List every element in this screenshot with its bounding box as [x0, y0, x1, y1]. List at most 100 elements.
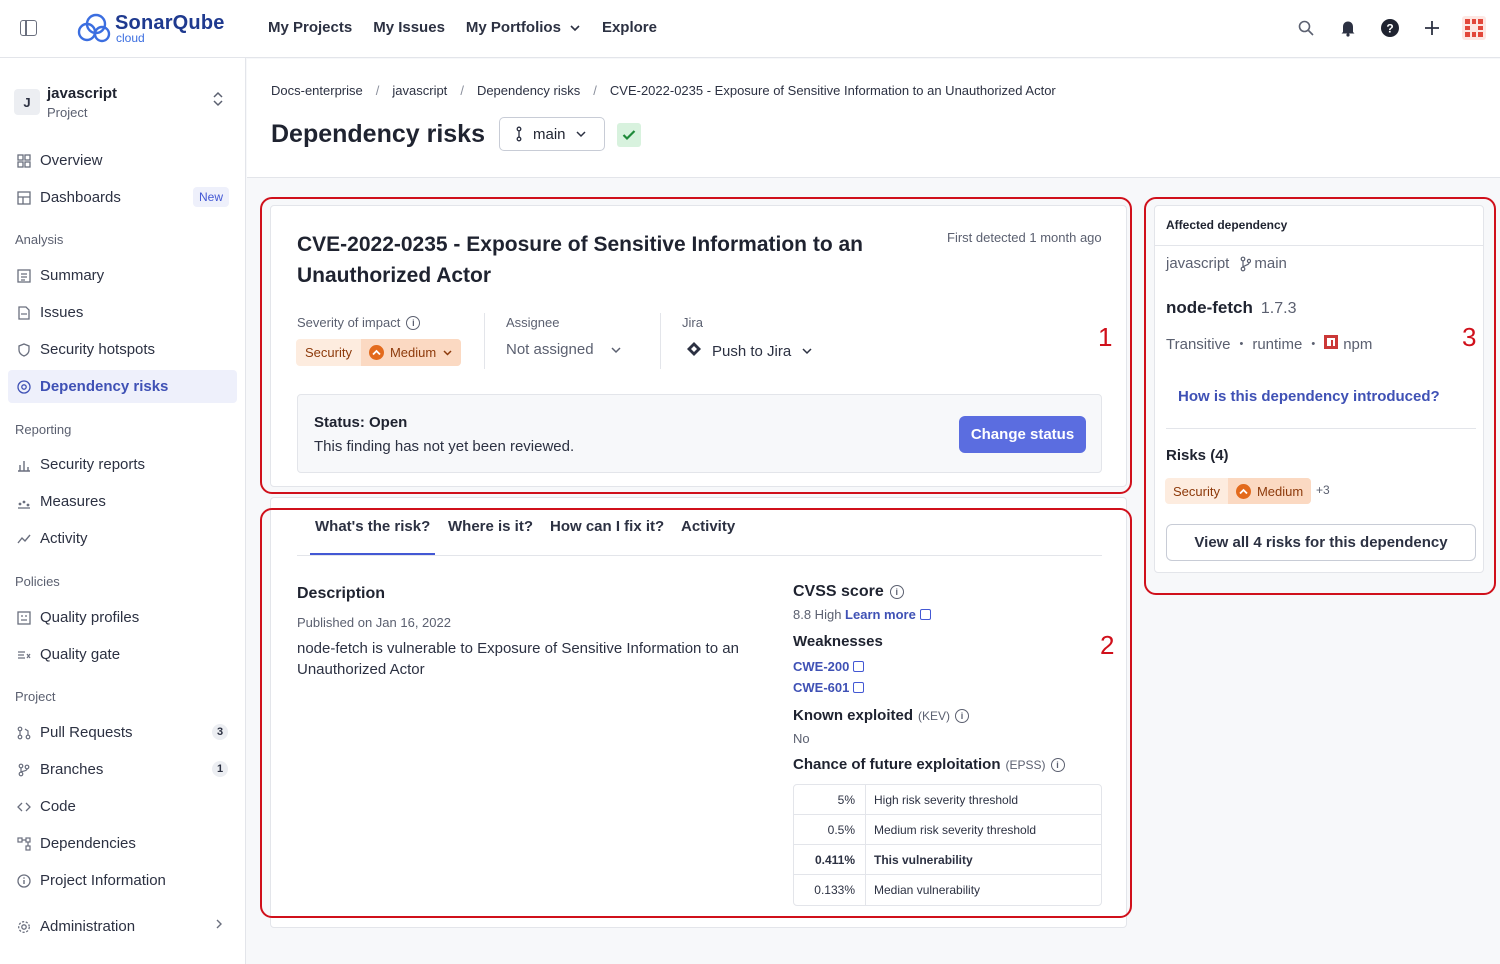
user-avatar[interactable] — [1462, 16, 1486, 40]
how-introduced-link[interactable]: How is this dependency introduced? — [1178, 388, 1440, 405]
nav-my-issues[interactable]: My Issues — [373, 19, 445, 36]
sidebar-item-security-reports[interactable]: Security reports — [8, 448, 237, 481]
risk-pill: Security Medium — [1165, 478, 1312, 504]
nav-my-projects[interactable]: My Projects — [268, 19, 352, 36]
risk-level-text: Medium — [1256, 483, 1304, 499]
epss-title: Chance of future exploitation (EPSS) i — [793, 756, 1065, 773]
profile-icon — [16, 610, 31, 625]
breadcrumb-section[interactable]: Dependency risks — [477, 83, 580, 98]
severity-category: Security — [305, 345, 352, 360]
sidebar-item-label: Project Information — [40, 872, 166, 889]
package-metadata: Transitive • runtime • npm — [1166, 335, 1372, 353]
page-title: Dependency risks — [271, 120, 485, 148]
cvss-value-row: 8.8 High Learn more — [793, 607, 931, 622]
sidebar-item-summary[interactable]: Summary — [8, 259, 237, 292]
affected-dependency-header: Affected dependency — [1166, 218, 1288, 232]
annotation-label-3: 3 — [1462, 322, 1477, 352]
project-switcher[interactable]: J javascript Project — [14, 85, 232, 125]
pr-count-badge: 3 — [212, 724, 228, 740]
sidebar-item-label: Security reports — [40, 456, 146, 473]
issues-icon — [16, 305, 31, 320]
sidebar-item-dashboards[interactable]: Dashboards New — [8, 181, 237, 214]
sidebar-item-label: Quality gate — [40, 646, 121, 663]
view-all-risks-button[interactable]: View all 4 risks for this dependency — [1166, 524, 1476, 561]
tab-where-is-it[interactable]: Where is it? — [448, 518, 533, 535]
sidebar-item-administration[interactable]: Administration — [8, 910, 237, 943]
search-icon[interactable] — [1294, 16, 1318, 40]
sidebar-item-label: Activity — [40, 530, 88, 547]
sidebar-item-quality-profiles[interactable]: Quality profiles — [8, 601, 237, 634]
sidebar-item-project-information[interactable]: Project Information — [8, 864, 237, 897]
learn-more-link[interactable]: Learn more — [845, 607, 931, 622]
sidebar-item-dependency-risks[interactable]: Dependency risks — [8, 370, 237, 403]
breadcrumb-org[interactable]: Docs-enterprise — [271, 83, 363, 98]
gear-icon — [16, 919, 31, 934]
sidebar-item-dependencies[interactable]: Dependencies — [8, 827, 237, 860]
package-heading: node-fetch 1.7.3 — [1166, 298, 1296, 318]
sidebar-item-measures[interactable]: Measures — [8, 485, 237, 518]
sidebar-item-label: Overview — [40, 152, 103, 169]
code-icon — [16, 799, 31, 814]
cwe-link[interactable]: CWE-200 — [793, 659, 865, 674]
dot-separator: • — [1311, 338, 1316, 350]
branch-icon — [16, 762, 31, 777]
help-icon[interactable]: ? — [1378, 16, 1402, 40]
breadcrumb-project[interactable]: javascript — [392, 83, 447, 98]
nav-explore[interactable]: Explore — [602, 19, 657, 36]
risk-category: Security — [1173, 483, 1220, 499]
sidebar-item-security-hotspots[interactable]: Security hotspots — [8, 333, 237, 366]
sidebar-item-pull-requests[interactable]: Pull Requests 3 — [8, 716, 237, 749]
weaknesses-title: Weaknesses — [793, 633, 883, 650]
dependencies-icon — [16, 836, 31, 851]
shield-icon — [16, 342, 31, 357]
package-version: 1.7.3 — [1260, 300, 1297, 317]
dependency-project[interactable]: javascript — [1166, 255, 1229, 272]
sidebar-item-code[interactable]: Code — [8, 790, 237, 823]
bell-icon[interactable] — [1336, 16, 1360, 40]
table-row: 0.5% Medium risk severity threshold — [794, 815, 1101, 845]
push-to-jira-dropdown[interactable]: Push to Jira — [686, 341, 813, 361]
kev-value: No — [793, 731, 810, 746]
package-ecosystem: npm — [1324, 335, 1372, 353]
description-title: Description — [297, 585, 386, 602]
assignee-dropdown[interactable]: Not assigned — [506, 341, 622, 358]
top-bar: SonarQube cloud My Projects My Issues My… — [0, 0, 1500, 58]
sidebar-item-quality-gate[interactable]: Quality gate — [8, 638, 237, 671]
branch-name: main — [533, 125, 566, 143]
pull-request-icon — [16, 725, 31, 740]
severity-level-text: Medium — [389, 345, 437, 360]
project-avatar: J — [14, 89, 40, 115]
branch-selector[interactable]: main — [499, 117, 605, 151]
section-analysis: Analysis — [15, 232, 64, 247]
chevron-down-icon — [443, 349, 452, 356]
info-icon[interactable]: i — [406, 315, 421, 330]
measures-icon — [16, 494, 31, 509]
cwe-link[interactable]: CWE-601 — [793, 680, 865, 695]
nav-my-portfolios[interactable]: My Portfolios — [466, 19, 581, 36]
package-name: node-fetch — [1166, 298, 1253, 317]
sidebar-item-label: Measures — [40, 493, 106, 510]
plus-icon[interactable] — [1420, 16, 1444, 40]
tab-activity[interactable]: Activity — [681, 518, 735, 535]
sidebar-item-issues[interactable]: Issues — [8, 296, 237, 329]
sidebar-item-branches[interactable]: Branches 1 — [8, 753, 237, 786]
severity-pill[interactable]: Security Medium — [296, 339, 462, 366]
sonarqube-logo[interactable]: SonarQube cloud — [76, 11, 224, 50]
change-status-button[interactable]: Change status — [959, 416, 1086, 453]
sidebar-item-overview[interactable]: Overview — [8, 144, 237, 177]
grid-icon — [16, 153, 31, 168]
sidebar-toggle-icon[interactable] — [20, 20, 37, 36]
gate-icon — [16, 647, 31, 662]
tab-whats-the-risk[interactable]: What's the risk? — [315, 518, 430, 535]
info-icon[interactable]: i — [1050, 757, 1065, 772]
sidebar-item-label: Issues — [40, 304, 84, 321]
chevron-down-icon — [610, 341, 622, 358]
tab-how-can-i-fix-it[interactable]: How can I fix it? — [550, 518, 664, 535]
info-icon[interactable]: i — [955, 708, 970, 723]
info-icon[interactable]: i — [889, 585, 904, 599]
sidebar-item-label: Quality profiles — [40, 609, 140, 626]
sidebar-item-activity[interactable]: Activity — [8, 522, 237, 555]
risk-level: Medium — [1227, 478, 1312, 504]
dependency-location: javascript main — [1166, 255, 1287, 272]
finding-title: CVE-2022-0235 - Exposure of Sensitive In… — [297, 233, 863, 287]
